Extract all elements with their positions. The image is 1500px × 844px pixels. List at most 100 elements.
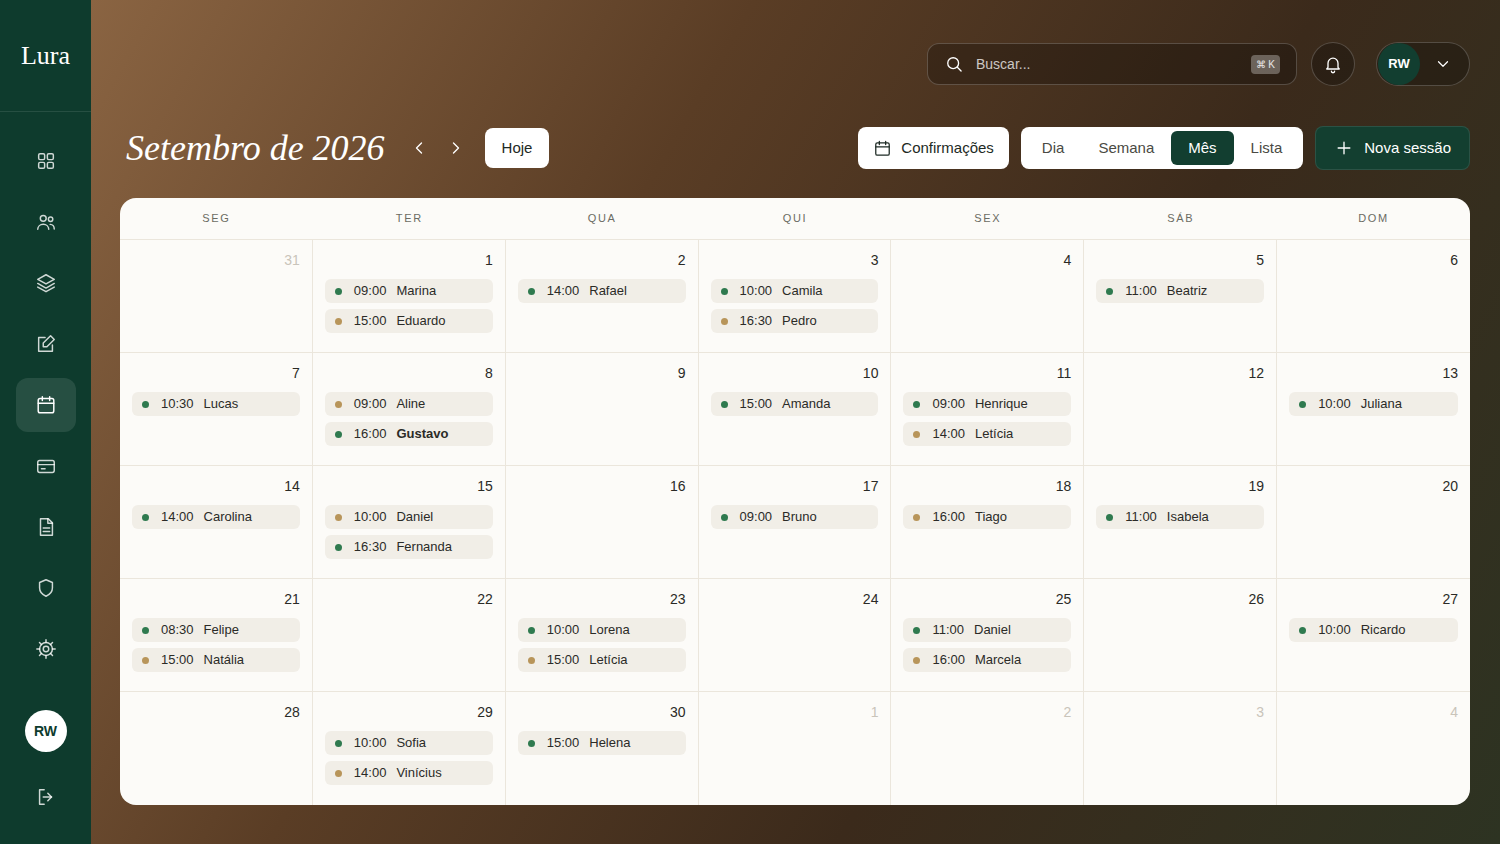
day-cell[interactable]: 2910:00Sofia14:00Vinícius <box>313 692 506 805</box>
search-box[interactable]: ⌘ K <box>927 43 1297 85</box>
day-cell[interactable]: 1 <box>699 692 892 805</box>
day-cell[interactable]: 2710:00Ricardo <box>1277 579 1470 692</box>
day-cell[interactable]: 31 <box>120 240 313 353</box>
calendar-event[interactable]: 15:00Amanda <box>711 392 879 416</box>
day-cell[interactable]: 28 <box>120 692 313 805</box>
day-cell[interactable]: 310:00Camila16:30Pedro <box>699 240 892 353</box>
view-tab[interactable]: Dia <box>1025 131 1082 165</box>
day-cell[interactable]: 24 <box>699 579 892 692</box>
sidebar-item[interactable] <box>16 561 76 615</box>
calendar-event[interactable]: 10:00Juliana <box>1289 392 1458 416</box>
day-cell[interactable]: 1709:00Bruno <box>699 466 892 579</box>
previous-month-button[interactable] <box>407 136 431 160</box>
calendar-event[interactable]: 15:00Helena <box>518 731 686 755</box>
calendar-event[interactable]: 08:30Felipe <box>132 618 300 642</box>
calendar-event[interactable]: 11:00Beatriz <box>1096 279 1264 303</box>
event-time: 14:00 <box>354 763 387 783</box>
calendar-event[interactable]: 15:00Natália <box>132 648 300 672</box>
calendar-event[interactable]: 16:30Fernanda <box>325 535 493 559</box>
day-cell[interactable]: 2511:00Daniel16:00Marcela <box>891 579 1084 692</box>
day-cell[interactable]: 1911:00Isabela <box>1084 466 1277 579</box>
sidebar-item[interactable] <box>16 622 76 676</box>
day-cell[interactable]: 214:00Rafael <box>506 240 699 353</box>
calendar-event[interactable]: 14:00Vinícius <box>325 761 493 785</box>
day-number: 1 <box>871 704 879 720</box>
status-dot <box>142 627 149 634</box>
calendar-event[interactable]: 16:30Pedro <box>711 309 879 333</box>
day-cell[interactable]: 20 <box>1277 466 1470 579</box>
calendar-event[interactable]: 16:00Tiago <box>903 505 1071 529</box>
calendar-event[interactable]: 10:00Camila <box>711 279 879 303</box>
notifications-button[interactable] <box>1311 42 1355 86</box>
day-cell[interactable]: 4 <box>891 240 1084 353</box>
calendar-event[interactable]: 14:00Carolina <box>132 505 300 529</box>
calendar-event[interactable]: 16:00Gustavo <box>325 422 493 446</box>
weekday-cell: TER <box>313 198 506 239</box>
day-cell[interactable]: 809:00Aline16:00Gustavo <box>313 353 506 466</box>
day-cell[interactable]: 1015:00Amanda <box>699 353 892 466</box>
day-cell[interactable]: 26 <box>1084 579 1277 692</box>
event-name: Pedro <box>782 311 817 331</box>
day-number-wrap: 7 <box>120 353 312 383</box>
user-menu[interactable]: RW <box>1376 42 1470 86</box>
day-cell[interactable]: 22 <box>313 579 506 692</box>
calendar-event[interactable]: 09:00Henrique <box>903 392 1071 416</box>
calendar-event[interactable]: 10:00Daniel <box>325 505 493 529</box>
day-cell[interactable]: 3 <box>1084 692 1277 805</box>
calendar-event[interactable]: 11:00Isabela <box>1096 505 1264 529</box>
calendar-event[interactable]: 14:00Rafael <box>518 279 686 303</box>
event-time: 11:00 <box>1125 281 1157 301</box>
next-month-button[interactable] <box>444 136 468 160</box>
calendar-event[interactable]: 11:00Daniel <box>903 618 1071 642</box>
calendar-event[interactable]: 15:00Eduardo <box>325 309 493 333</box>
sidebar-item[interactable] <box>16 317 76 371</box>
search-input[interactable] <box>976 54 1239 75</box>
sidebar-item[interactable] <box>16 256 76 310</box>
sidebar-item[interactable] <box>16 500 76 554</box>
day-cell[interactable]: 2 <box>891 692 1084 805</box>
day-cell[interactable]: 2310:00Lorena15:00Letícia <box>506 579 699 692</box>
month-calendar: SEGTERQUAQUISEXSÁBDOM31109:00Marina15:00… <box>120 198 1470 805</box>
calendar-event[interactable]: 16:00Marcela <box>903 648 1071 672</box>
sidebar-item[interactable] <box>16 134 76 188</box>
sidebar-item[interactable] <box>16 378 76 432</box>
day-cell[interactable]: 6 <box>1277 240 1470 353</box>
sidebar-item[interactable] <box>16 439 76 493</box>
view-tab[interactable]: Lista <box>1234 131 1300 165</box>
sidebar-item[interactable] <box>16 195 76 249</box>
day-cell[interactable]: 7 10:30Lucas <box>120 353 313 466</box>
calendar-event[interactable]: 10:00Lorena <box>518 618 686 642</box>
calendar-event[interactable]: 09:00Bruno <box>711 505 879 529</box>
event-name: Marcela <box>975 650 1021 670</box>
new-session-button[interactable]: Nova sessão <box>1315 126 1470 170</box>
calendar-event[interactable]: 10:30Lucas <box>132 392 300 416</box>
day-cell[interactable]: 1310:00Juliana <box>1277 353 1470 466</box>
event-name: Letícia <box>975 424 1013 444</box>
day-cell[interactable]: 1816:00Tiago <box>891 466 1084 579</box>
day-cell[interactable]: 109:00Marina15:00Eduardo <box>313 240 506 353</box>
day-cell[interactable]: 1414:00Carolina <box>120 466 313 579</box>
day-cell[interactable]: 16 <box>506 466 699 579</box>
day-cell[interactable]: 3015:00Helena <box>506 692 699 805</box>
day-cell[interactable]: 9 <box>506 353 699 466</box>
user-avatar[interactable]: RW <box>25 710 67 752</box>
logout-button[interactable] <box>35 786 57 808</box>
calendar-event[interactable]: 10:00Ricardo <box>1289 618 1458 642</box>
today-button[interactable]: Hoje <box>485 128 550 168</box>
calendar-event[interactable]: 15:00Letícia <box>518 648 686 672</box>
day-cell[interactable]: 1510:00Daniel16:30Fernanda <box>313 466 506 579</box>
confirmations-button[interactable]: Confirmações <box>858 127 1009 169</box>
day-cell[interactable]: 12 <box>1084 353 1277 466</box>
day-cell[interactable]: 1109:00Henrique14:00Letícia <box>891 353 1084 466</box>
calendar-event[interactable]: 14:00Letícia <box>903 422 1071 446</box>
view-tab[interactable]: Mês <box>1171 131 1233 165</box>
day-cell[interactable]: 4 <box>1277 692 1470 805</box>
calendar-event[interactable]: 09:00Marina <box>325 279 493 303</box>
calendar-event[interactable]: 10:00Sofia <box>325 731 493 755</box>
event-name: Lorena <box>589 620 629 640</box>
status-dot <box>142 514 149 521</box>
day-cell[interactable]: 511:00Beatriz <box>1084 240 1277 353</box>
day-cell[interactable]: 2108:30Felipe15:00Natália <box>120 579 313 692</box>
view-tab[interactable]: Semana <box>1081 131 1171 165</box>
calendar-event[interactable]: 09:00Aline <box>325 392 493 416</box>
